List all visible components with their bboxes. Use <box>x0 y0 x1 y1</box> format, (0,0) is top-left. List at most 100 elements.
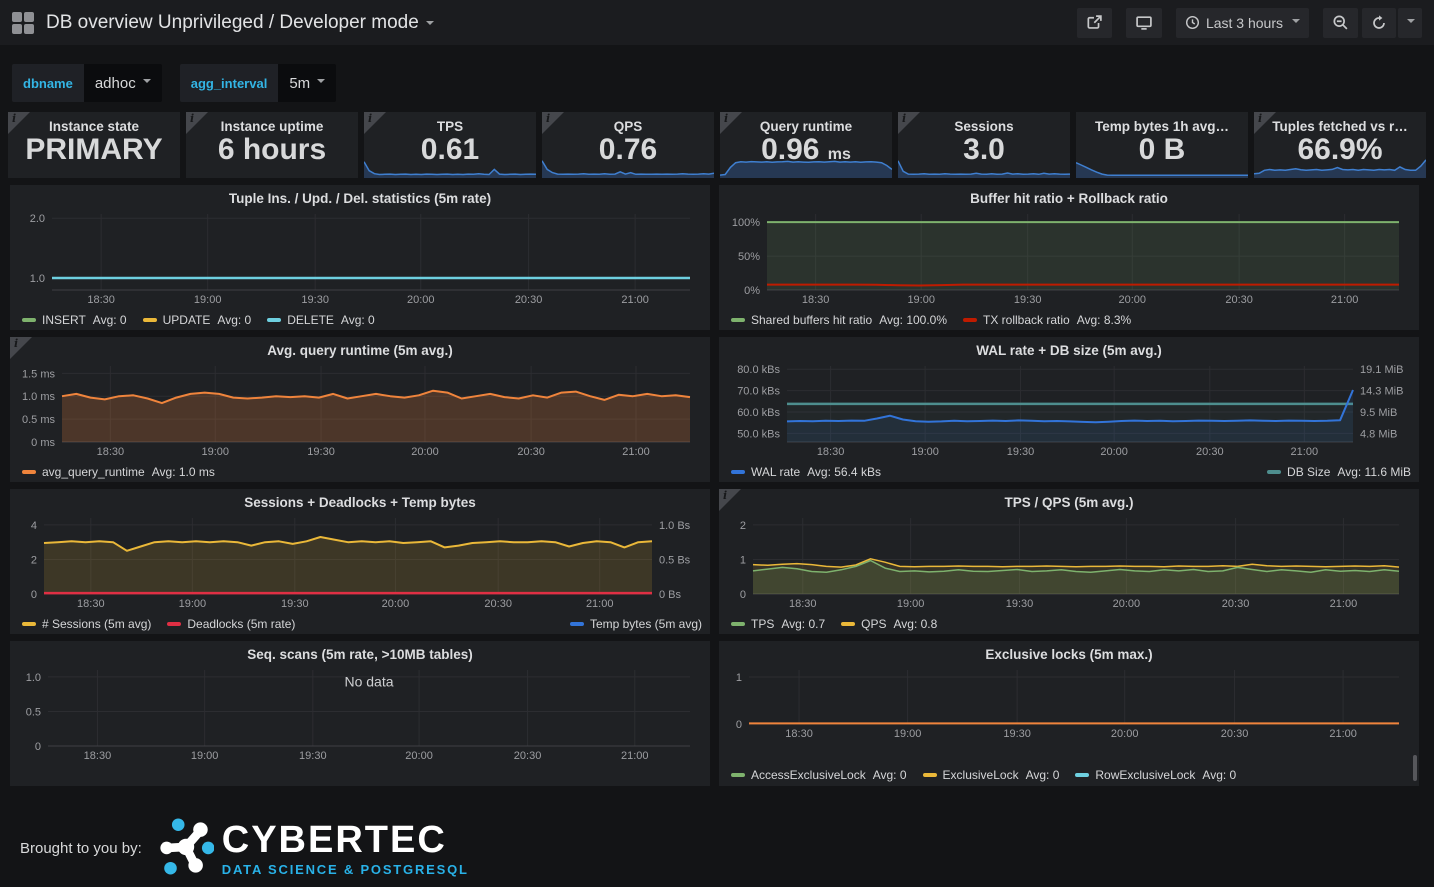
legend-item[interactable]: TPSAvg: 0.7 <box>731 617 825 631</box>
svg-text:19:30: 19:30 <box>1006 598 1034 610</box>
panel-title[interactable]: TPS <box>364 112 536 134</box>
panel-info-icon[interactable] <box>720 112 742 134</box>
chart-area: 18:3019:0019:3020:0020:3021:000240 Bs0.5… <box>16 514 704 610</box>
legend-swatch <box>731 470 745 474</box>
panel-title[interactable]: Tuple Ins. / Upd. / Del. statistics (5m … <box>10 185 710 206</box>
footer: Brought to you by: CYBERTEC DATA SCIENCE… <box>0 816 1434 881</box>
refresh-interval-dropdown[interactable] <box>1398 8 1422 38</box>
stat-panel-instance-state: Instance state PRIMARY <box>8 112 180 178</box>
legend-scrollbar[interactable] <box>1413 755 1417 781</box>
panel-title[interactable]: Avg. query runtime (5m avg.) <box>10 337 710 358</box>
refresh-caret-icon <box>1407 19 1415 27</box>
panel-info-icon[interactable] <box>8 112 30 134</box>
tv-kiosk-button[interactable] <box>1126 8 1162 38</box>
chart-area: 18:3019:0019:3020:0020:3021:0050.0 kBs60… <box>725 362 1413 458</box>
panel-title[interactable]: Exclusive locks (5m max.) <box>719 641 1419 662</box>
grafana-dashboard-icon[interactable] <box>12 12 34 34</box>
chart-area: 18:3019:0019:3020:0020:3021:000 ms0.5 ms… <box>16 362 704 458</box>
panel-title[interactable]: QPS <box>542 112 714 134</box>
navbar-actions: Last 3 hours <box>1063 8 1422 38</box>
legend-item[interactable]: ShareRowExclusiveLockAvg: 0 <box>731 785 924 787</box>
svg-text:20:00: 20:00 <box>382 598 410 610</box>
legend-item[interactable]: DELETEAvg: 0 <box>267 313 375 327</box>
legend-swatch <box>963 318 977 322</box>
legend-item[interactable]: TX rollback ratioAvg: 8.3% <box>963 313 1131 327</box>
legend-item[interactable]: # Sessions (5m avg) <box>22 617 151 631</box>
time-range-picker[interactable]: Last 3 hours <box>1176 8 1309 38</box>
panel-info-icon[interactable] <box>364 112 386 134</box>
svg-text:19:00: 19:00 <box>907 294 935 306</box>
monitor-icon <box>1135 14 1153 31</box>
stat-value: PRIMARY <box>8 134 180 166</box>
svg-text:1: 1 <box>740 554 746 566</box>
legend-item[interactable]: Shared buffers hit ratioAvg: 100.0% <box>731 313 947 327</box>
variable-agg-interval-select[interactable]: 5m <box>278 64 336 102</box>
panel-info-icon[interactable] <box>10 337 32 359</box>
legend-item[interactable]: AccessExclusiveLockAvg: 0 <box>731 768 907 782</box>
panel-seq-scans: Seq. scans (5m rate, >10MB tables) 18:30… <box>10 641 710 786</box>
panel-title[interactable]: Buffer hit ratio + Rollback ratio <box>719 185 1419 206</box>
panel-title[interactable]: Instance state <box>8 112 180 134</box>
panel-title[interactable]: WAL rate + DB size (5m avg.) <box>719 337 1419 358</box>
legend-item[interactable]: DB SizeAvg: 11.6 MiB <box>1267 465 1411 479</box>
svg-text:4.8 MiB: 4.8 MiB <box>1360 428 1397 440</box>
panel-title[interactable]: Sessions <box>898 112 1070 134</box>
svg-text:9.5 MiB: 9.5 MiB <box>1360 407 1397 419</box>
panel-info-icon[interactable] <box>186 112 208 134</box>
legend-item[interactable]: Temp bytes (5m avg) <box>570 617 702 631</box>
legend-item[interactable]: UPDATEAvg: 0 <box>143 313 252 327</box>
svg-text:19:30: 19:30 <box>1003 728 1031 740</box>
dashboard-grid: Tuple Ins. / Upd. / Del. statistics (5m … <box>10 185 1426 786</box>
svg-text:No data: No data <box>344 674 393 690</box>
legend-item[interactable]: INSERTAvg: 0 <box>22 313 127 327</box>
panel-title[interactable]: Instance uptime <box>186 112 358 134</box>
svg-text:20:30: 20:30 <box>517 446 545 458</box>
legend-item[interactable]: QPSAvg: 0.8 <box>841 617 937 631</box>
panel-title[interactable]: Query runtime <box>720 112 892 134</box>
svg-text:20:30: 20:30 <box>514 750 542 762</box>
legend-item[interactable]: WAL rateAvg: 56.4 kBs <box>731 465 881 479</box>
panel-title[interactable]: Seq. scans (5m rate, >10MB tables) <box>10 641 710 662</box>
svg-text:1: 1 <box>736 672 742 684</box>
svg-text:19:00: 19:00 <box>191 750 219 762</box>
variable-agg-interval: agg_interval 5m <box>180 64 336 102</box>
svg-text:20:00: 20:00 <box>1100 446 1128 458</box>
legend-swatch <box>22 470 36 474</box>
legend-item[interactable]: avg_query_runtimeAvg: 1.0 ms <box>22 465 215 479</box>
svg-text:18:30: 18:30 <box>97 446 125 458</box>
title-caret-icon[interactable] <box>426 21 434 29</box>
panel-title[interactable]: Sessions + Deadlocks + Temp bytes <box>10 489 710 510</box>
svg-text:14.3 MiB: 14.3 MiB <box>1360 386 1403 398</box>
svg-text:60.0 kBs: 60.0 kBs <box>737 407 780 419</box>
svg-text:21:00: 21:00 <box>1330 598 1358 610</box>
panel-title[interactable]: Tuples fetched vs r… <box>1254 112 1426 134</box>
zoom-out-button[interactable] <box>1323 8 1358 38</box>
panel-info-icon[interactable] <box>719 489 741 511</box>
svg-text:20:00: 20:00 <box>407 294 435 306</box>
variable-dbname-select[interactable]: adhoc <box>84 64 162 102</box>
legend-item[interactable]: ShareUpdateExclusiveLockAvg: 0 <box>940 785 1148 787</box>
share-button[interactable] <box>1077 8 1112 38</box>
stat-value: 66.9% <box>1254 134 1426 166</box>
svg-text:19:00: 19:00 <box>179 598 207 610</box>
time-range-label: Last 3 hours <box>1206 15 1283 31</box>
svg-text:4: 4 <box>31 520 37 532</box>
legend-item[interactable]: ExclusiveLockAvg: 0 <box>923 768 1060 782</box>
svg-text:20:30: 20:30 <box>1225 294 1253 306</box>
svg-text:19:00: 19:00 <box>911 446 939 458</box>
template-variables-row: dbname adhoc agg_interval 5m <box>12 64 1422 102</box>
refresh-button[interactable] <box>1362 8 1396 38</box>
stat-value: 0 B <box>1076 134 1248 166</box>
panel-info-icon[interactable] <box>1254 112 1276 134</box>
dashboard-title[interactable]: DB overview Unprivileged / Developer mod… <box>46 12 419 34</box>
legend-item[interactable]: RowExclusiveLockAvg: 0 <box>1075 768 1236 782</box>
cybertec-molecule-icon <box>156 816 214 881</box>
svg-text:20:30: 20:30 <box>1221 728 1249 740</box>
panel-title[interactable]: TPS / QPS (5m avg.) <box>719 489 1419 510</box>
panel-info-icon[interactable] <box>898 112 920 134</box>
panel-info-icon[interactable] <box>542 112 564 134</box>
stat-panels-row: Instance state PRIMARY Instance uptime 6… <box>8 112 1426 178</box>
legend-item[interactable]: Deadlocks (5m rate) <box>167 617 295 631</box>
chart-area: 18:3019:0019:3020:0020:3021:00012 <box>725 514 1413 610</box>
panel-title[interactable]: Temp bytes 1h avg… <box>1076 112 1248 134</box>
